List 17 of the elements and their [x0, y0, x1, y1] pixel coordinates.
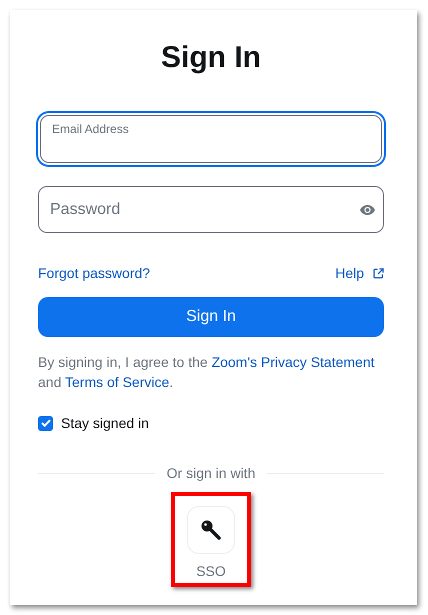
terms-link[interactable]: Terms of Service — [65, 374, 170, 390]
external-link-icon — [373, 268, 384, 278]
page-title: Sign In — [160, 40, 262, 76]
checkbox-label: Stay signed in — [61, 415, 149, 431]
check-icon — [40, 419, 50, 427]
checkbox[interactable] — [38, 416, 53, 430]
divider-label: Or sign in with — [166, 465, 256, 481]
sso-label: SSO — [196, 563, 226, 579]
link[interactable]: Help — [335, 265, 384, 281]
sign-in-button[interactable]: Sign In — [38, 297, 384, 337]
link[interactable]: Forgot password? — [38, 265, 150, 281]
eye-icon[interactable] — [360, 204, 375, 214]
key-icon — [200, 519, 222, 541]
field-label: Email Address — [52, 122, 129, 136]
terms-link[interactable]: Zoom's Privacy Statement — [212, 354, 375, 370]
terms-text: By signing in, I agree to the Zoom's Privacy Statement and Terms of Service. — [38, 353, 376, 392]
sso-button[interactable] — [187, 506, 235, 554]
